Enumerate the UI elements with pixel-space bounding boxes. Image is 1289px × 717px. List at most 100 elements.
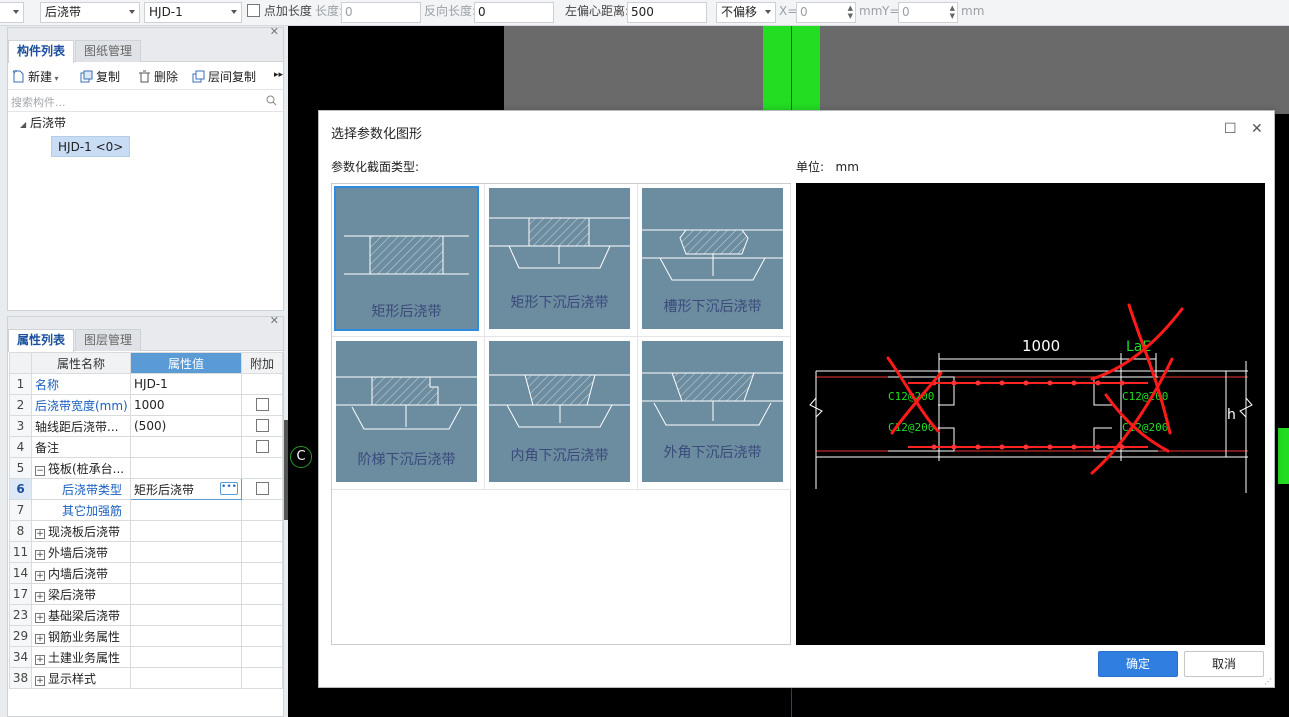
toolbar-leading-select[interactable] <box>0 2 24 23</box>
table-row[interactable]: 1 名称 HJD-1 <box>9 373 283 395</box>
tab-property-list[interactable]: 属性列表 <box>8 329 75 352</box>
expand-icon[interactable]: + <box>35 654 45 665</box>
table-row[interactable]: 3 轴线距后浇带... (500) <box>9 415 283 437</box>
caret-down-icon[interactable]: ◢ <box>20 120 26 129</box>
resize-grip-icon[interactable]: ⋰ <box>1264 677 1272 686</box>
expand-icon[interactable]: + <box>35 675 45 686</box>
shape-inner-corner-sunken[interactable]: 内角下沉后浇带 <box>485 337 638 490</box>
shape-outer-corner-sunken[interactable]: 外角下沉后浇带 <box>638 337 791 490</box>
shape-list: 矩形后浇带 矩形下沉后浇带 槽形下沉后浇带 阶梯下沉后浇带 内角下沉后浇带 外角… <box>331 183 791 645</box>
expand-icon[interactable]: + <box>35 591 45 602</box>
expand-icon[interactable]: + <box>35 633 45 644</box>
reverse-length-label: 反向长度: <box>424 4 477 18</box>
length-input[interactable]: 0 <box>341 2 421 23</box>
property-value[interactable]: HJD-1 <box>130 373 242 395</box>
component-search[interactable]: 搜索构件... <box>8 90 283 112</box>
chevron-down-icon <box>231 10 237 14</box>
table-row[interactable]: 29 + 钢筋业务属性 <box>9 625 283 647</box>
table-row[interactable]: 14 + 内墙后浇带 <box>9 562 283 584</box>
more-icon[interactable]: ▸▸ <box>274 70 283 80</box>
close-icon[interactable]: ✕ <box>270 25 279 38</box>
property-tabs: 属性列表 图层管理 <box>8 327 283 352</box>
component-tabs: 构件列表 图纸管理 <box>8 38 283 63</box>
property-value[interactable]: 1000 <box>130 394 242 416</box>
floor-copy-button[interactable]: 层间复制 <box>192 68 256 85</box>
shape-rect[interactable]: 矩形后浇带 <box>332 184 485 337</box>
maximize-icon[interactable]: ☐ <box>1224 121 1237 137</box>
delete-button[interactable]: 删除 <box>138 68 178 85</box>
tab-layer-management[interactable]: 图层管理 <box>75 329 142 351</box>
table-row-selected[interactable]: 6 后浇带类型 矩形后浇带 ••• <box>9 478 283 500</box>
table-row[interactable]: 38 + 显示样式 <box>9 667 283 689</box>
table-row[interactable]: 17 + 梁后浇带 <box>9 583 283 605</box>
axis-line-top <box>791 26 792 112</box>
expand-icon[interactable]: + <box>35 570 45 581</box>
table-row[interactable]: 11 + 外墙后浇带 <box>9 541 283 563</box>
property-value[interactable] <box>130 436 242 458</box>
chevron-down-icon <box>129 10 135 14</box>
ellipsis-button[interactable]: ••• <box>220 482 238 495</box>
point-length-toggle[interactable]: 点加长度 <box>247 2 312 23</box>
point-length-checkbox[interactable] <box>247 4 260 17</box>
expand-icon[interactable]: + <box>35 528 45 539</box>
component-name-select[interactable]: HJD-1 <box>144 2 242 23</box>
search-icon[interactable] <box>266 95 277 106</box>
tab-component-list[interactable]: 构件列表 <box>8 40 75 63</box>
table-row[interactable]: 23 + 基础梁后浇带 <box>9 604 283 626</box>
table-row[interactable]: 2 后浇带宽度(mm) 1000 <box>9 394 283 416</box>
property-value[interactable]: (500) <box>130 415 242 437</box>
table-row[interactable]: 8 + 现浇板后浇带 <box>9 520 283 542</box>
cancel-button[interactable]: 取消 <box>1184 651 1264 677</box>
strip-type-field[interactable]: 矩形后浇带 ••• <box>130 478 242 500</box>
spinner-icon[interactable]: ▲ ▼ <box>848 4 853 20</box>
y-value: 0 <box>902 5 910 19</box>
collapse-icon[interactable]: − <box>35 465 45 476</box>
expand-icon[interactable]: + <box>35 612 45 623</box>
point-length-label: 点加长度 <box>263 4 312 18</box>
copy-label: 复制 <box>96 70 121 84</box>
table-row[interactable]: 7 其它加强筋 <box>9 499 283 521</box>
new-button[interactable]: 新建 ▾ <box>12 68 59 85</box>
component-list-panel: ✕ 构件列表 图纸管理 新建 ▾ 复制 删除 层间复制 ▸▸ 搜索构件... ◢… <box>7 25 284 311</box>
table-row[interactable]: 5 − 筏板(桩承台... <box>9 457 283 479</box>
y-input[interactable]: 0 ▲ ▼ <box>898 2 958 23</box>
tree-root-label: 后浇带 <box>29 116 66 130</box>
attach-checkbox[interactable] <box>255 440 269 453</box>
attach-checkbox[interactable] <box>255 482 269 495</box>
panel-titlebar: ✕ <box>8 314 283 327</box>
height-label: h <box>1227 407 1236 423</box>
parametric-shape-dialog: 选择参数化图形 ☐ ✕ 参数化截面类型: 单位: mm 矩形后浇带 矩形下沉后浇… <box>318 110 1275 688</box>
close-icon[interactable]: ✕ <box>1251 121 1263 137</box>
axis-line-bottom <box>791 688 792 717</box>
spinner-icon[interactable]: ▲ ▼ <box>950 4 955 20</box>
ok-button[interactable]: 确定 <box>1098 651 1178 677</box>
left-offset-input[interactable]: 500 <box>627 2 707 23</box>
attach-checkbox[interactable] <box>255 419 269 432</box>
header-value: 属性值 <box>130 352 242 374</box>
shape-rect-sunken[interactable]: 矩形下沉后浇带 <box>485 184 638 337</box>
x-input[interactable]: 0 ▲ ▼ <box>796 2 856 23</box>
table-row[interactable]: 4 备注 <box>9 436 283 458</box>
offset-mode-select[interactable]: 不偏移 <box>716 2 776 23</box>
header-name: 属性名称 <box>31 352 131 374</box>
section-type-label: 参数化截面类型: <box>331 160 420 174</box>
width-dimension: 1000 <box>1022 337 1060 355</box>
close-icon[interactable]: ✕ <box>270 314 279 327</box>
attach-checkbox[interactable] <box>255 398 269 411</box>
reverse-length-input[interactable]: 0 <box>474 2 554 23</box>
component-commands: 新建 ▾ 复制 删除 层间复制 ▸▸ <box>8 62 283 90</box>
shape-groove-sunken[interactable]: 槽形下沉后浇带 <box>638 184 791 337</box>
shape-step-sunken[interactable]: 阶梯下沉后浇带 <box>332 337 485 490</box>
tree-node-post-cast-strip[interactable]: ◢ 后浇带 <box>20 114 66 131</box>
header-add: 附加 <box>241 352 283 374</box>
tab-drawing-management[interactable]: 图纸管理 <box>75 40 142 62</box>
table-row[interactable]: 34 + 土建业务属性 <box>9 646 283 668</box>
expand-icon[interactable]: + <box>35 549 45 560</box>
copy-button[interactable]: 复制 <box>80 68 120 85</box>
component-type-select[interactable]: 后浇带 <box>40 2 140 23</box>
floor-copy-icon <box>192 70 205 83</box>
tree-item-hjd1[interactable]: HJD-1 <0> <box>51 136 131 157</box>
trash-icon <box>139 70 150 83</box>
search-input[interactable]: 搜索构件... <box>11 94 66 110</box>
property-panel: ✕ 属性列表 图层管理 属性名称 属性值 附加 1 名称 HJD-1 2 后浇带… <box>7 314 284 717</box>
